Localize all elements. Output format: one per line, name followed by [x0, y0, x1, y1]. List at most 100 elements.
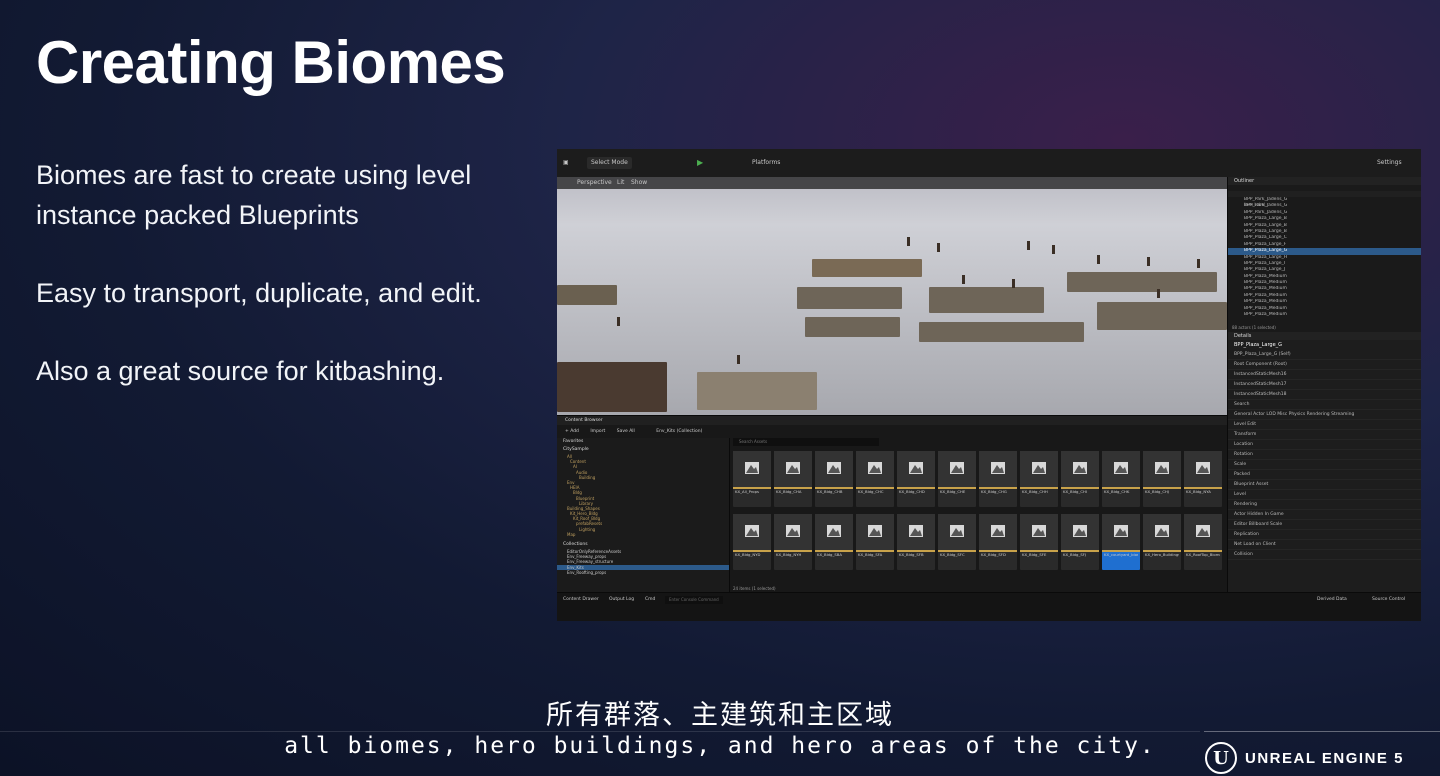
level-asset-icon: [1155, 462, 1169, 474]
console-input[interactable]: Enter Console Command: [665, 596, 723, 604]
asset-tile[interactable]: KX_Bldg_CHK: [1102, 451, 1140, 507]
asset-tile[interactable]: KX_Hero_Buildings: [1143, 514, 1181, 570]
asset-tile[interactable]: KX_Bldg_CHI: [1061, 451, 1099, 507]
asset-tile[interactable]: KX_Bldg_SFC: [938, 514, 976, 570]
tree: [937, 243, 940, 252]
tree: [1197, 259, 1200, 268]
asset-label: KX_Bldg_NYH: [776, 552, 802, 557]
asset-tile[interactable]: KX_RoofTop_Biomes: [1184, 514, 1222, 570]
asset-tile[interactable]: KX_Bldg_SFE: [1020, 514, 1058, 570]
asset-tile[interactable]: KX_Bldg_SFD: [979, 514, 1017, 570]
level-asset-icon: [1114, 525, 1128, 537]
biome-plot: [805, 317, 900, 337]
asset-tile[interactable]: KX_Bldg_CHH: [1020, 451, 1058, 507]
level-asset-icon: [909, 462, 923, 474]
asset-search-input[interactable]: Search Assets: [733, 438, 879, 446]
collections-header[interactable]: Collections: [557, 541, 729, 549]
details-row[interactable]: Rotation: [1228, 450, 1421, 460]
details-row[interactable]: Rendering: [1228, 500, 1421, 510]
asset-label: KX_Bldg_SFA: [858, 552, 883, 557]
asset-tile[interactable]: KX_All_Props: [733, 451, 771, 507]
asset-tile[interactable]: KX_Bldg_CHJ: [1143, 451, 1181, 507]
level-asset-icon: [1114, 462, 1128, 474]
details-row[interactable]: Root Component (Root): [1228, 360, 1421, 370]
details-row[interactable]: Level: [1228, 490, 1421, 500]
asset-thumbnail: [897, 451, 935, 487]
asset-thumbnail: [979, 451, 1017, 487]
source-control-button[interactable]: Source Control: [1372, 596, 1405, 604]
slide-title: Creating Biomes: [36, 29, 506, 96]
level-asset-icon: [991, 525, 1005, 537]
details-row[interactable]: Level Edit: [1228, 420, 1421, 430]
details-row[interactable]: Replication: [1228, 530, 1421, 540]
asset-tile[interactable]: KX_Bldg_CHD: [897, 451, 935, 507]
asset-thumbnail: [1102, 514, 1140, 550]
details-row[interactable]: Packed: [1228, 470, 1421, 480]
import-button[interactable]: Import: [590, 429, 605, 434]
details-row[interactable]: Actor Hidden In Game: [1228, 510, 1421, 520]
favorites-header[interactable]: Favorites: [557, 438, 729, 446]
details-row[interactable]: Scale: [1228, 460, 1421, 470]
level-asset-icon: [1155, 525, 1169, 537]
asset-label: KX_All_Props: [735, 489, 760, 494]
asset-tile[interactable]: KX_Bldg_NYD: [733, 514, 771, 570]
asset-tile[interactable]: KX_Bldg_SBA: [815, 514, 853, 570]
asset-tile[interactable]: KX_Bldg_NYA: [1184, 451, 1222, 507]
details-row[interactable]: InstancedStaticMesh16: [1228, 370, 1421, 380]
asset-tile[interactable]: KX_Bldg_CHB: [815, 451, 853, 507]
asset-tile[interactable]: KX_Bldg_SFB: [897, 514, 935, 570]
folder-item[interactable]: Map: [557, 532, 729, 537]
save-all-button[interactable]: Save All: [617, 429, 635, 434]
details-row[interactable]: Transform: [1228, 430, 1421, 440]
collection-item[interactable]: Env_Roofting_props: [557, 570, 729, 575]
select-mode-button[interactable]: Select Mode: [587, 157, 632, 169]
root-folder[interactable]: CitySample: [557, 446, 729, 454]
outliner-row[interactable]: BPP_Plaza_Medium: [1228, 312, 1421, 318]
biome-plot: [1067, 272, 1217, 292]
derived-data-button[interactable]: Derived Data: [1317, 596, 1347, 604]
details-row[interactable]: Net Load on Client: [1228, 540, 1421, 550]
platforms-button[interactable]: Platforms: [752, 157, 780, 169]
asset-tile[interactable]: KX_Bldg_SFA: [856, 514, 894, 570]
details-row[interactable]: BPP_Plaza_Large_G (Self): [1228, 350, 1421, 360]
asset-tile[interactable]: KX_Bldg_CHC: [856, 451, 894, 507]
add-button[interactable]: + Add: [565, 429, 579, 434]
settings-button[interactable]: Settings: [1377, 157, 1402, 169]
level-asset-icon: [868, 525, 882, 537]
level-asset-icon: [1196, 462, 1210, 474]
details-row[interactable]: Location: [1228, 440, 1421, 450]
show-button[interactable]: Show: [631, 179, 647, 187]
asset-tile[interactable]: KX_Bldg_CHE: [938, 451, 976, 507]
save-icon[interactable]: ▣: [563, 157, 569, 169]
perspective-button[interactable]: Perspective: [577, 179, 612, 187]
details-row[interactable]: Search: [1228, 400, 1421, 410]
asset-label: KX_Bldg_CHK: [1104, 489, 1130, 494]
asset-thumbnail: [856, 514, 894, 550]
output-log-button[interactable]: Output Log: [609, 596, 634, 604]
asset-thumbnail: [1020, 451, 1058, 487]
biome-plot: [1097, 302, 1227, 330]
level-asset-icon: [827, 462, 841, 474]
level-asset-icon: [786, 462, 800, 474]
details-row[interactable]: Blueprint Asset: [1228, 480, 1421, 490]
bullet-3: Also a great source for kitbashing.: [36, 356, 445, 386]
level-viewport[interactable]: Perspective Lit Show: [557, 177, 1227, 415]
tree: [1027, 241, 1030, 250]
path-breadcrumb[interactable]: Env_Kits (Collection): [656, 429, 702, 434]
asset-tile[interactable]: KX_Bldg_CHA: [774, 451, 812, 507]
details-row[interactable]: General Actor LOD Misc Physics Rendering…: [1228, 410, 1421, 420]
level-asset-icon: [1073, 462, 1087, 474]
details-row[interactable]: InstancedStaticMesh17: [1228, 380, 1421, 390]
content-drawer-button[interactable]: Content Drawer: [563, 596, 599, 604]
cmd-button[interactable]: Cmd: [645, 596, 655, 604]
asset-tile[interactable]: KX_Bldg_CHG: [979, 451, 1017, 507]
asset-tile[interactable]: KX_Bldg_SFJ: [1061, 514, 1099, 570]
details-row[interactable]: Editor Billboard Scale: [1228, 520, 1421, 530]
asset-tile[interactable]: KX_Bldg_NYH: [774, 514, 812, 570]
details-row[interactable]: Collision: [1228, 550, 1421, 560]
details-row[interactable]: InstancedStaticMesh18: [1228, 390, 1421, 400]
lit-button[interactable]: Lit: [617, 179, 624, 187]
play-icon[interactable]: ▶: [697, 157, 703, 169]
level-asset-icon: [868, 462, 882, 474]
asset-tile[interactable]: KX_courtyard_biomes: [1102, 514, 1140, 570]
